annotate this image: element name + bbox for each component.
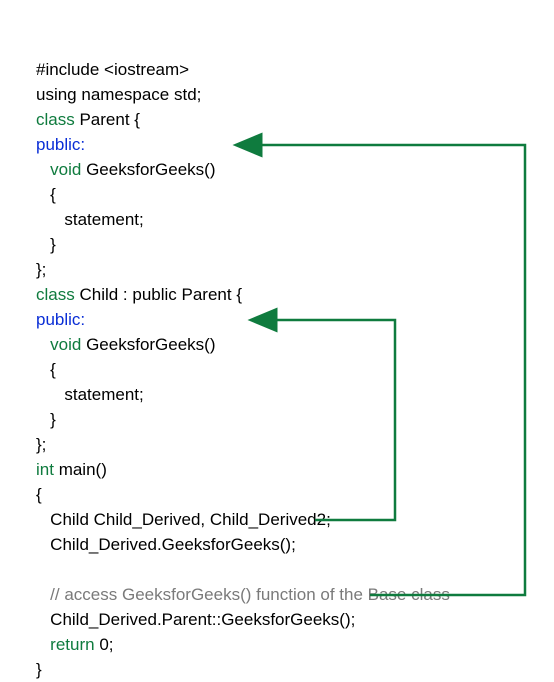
void-keyword-child: void [50,335,81,354]
parent-declaration: Parent { [75,110,140,129]
void-keyword-parent: void [50,160,81,179]
child-method-signature: GeeksforGeeks() [81,335,215,354]
brace-close: } [50,235,56,254]
int-keyword: int [36,460,54,479]
using-directive: using namespace std; [36,85,201,104]
main-line-2: Child_Derived.GeeksforGeeks(); [50,535,296,554]
class-end-parent: }; [36,260,46,279]
include-directive: #include <iostream> [36,60,189,79]
class-keyword-parent: class [36,110,75,129]
statement-parent: statement; [64,210,143,229]
main-brace-open: { [36,485,42,504]
child-declaration: Child : public Parent { [75,285,242,304]
main-declaration: main() [54,460,107,479]
main-line-1: Child Child_Derived, Child_Derived2; [50,510,331,529]
main-brace-close: } [36,660,42,679]
comment-line: // access GeeksforGeeks() function of th… [50,585,450,604]
parent-method-signature: GeeksforGeeks() [81,160,215,179]
return-value: 0; [95,635,114,654]
brace-close-child: } [50,410,56,429]
brace-open-child: { [50,360,56,379]
class-end-child: }; [36,435,46,454]
class-keyword-child: class [36,285,75,304]
return-keyword: return [50,635,94,654]
main-line-3: Child_Derived.Parent::GeeksforGeeks(); [45,610,355,629]
public-keyword-parent: public: [36,135,85,154]
code-block: #include <iostream> using namespace std;… [36,32,450,682]
public-keyword-child: public: [36,310,85,329]
brace-open: { [50,185,56,204]
statement-child: statement; [64,385,143,404]
